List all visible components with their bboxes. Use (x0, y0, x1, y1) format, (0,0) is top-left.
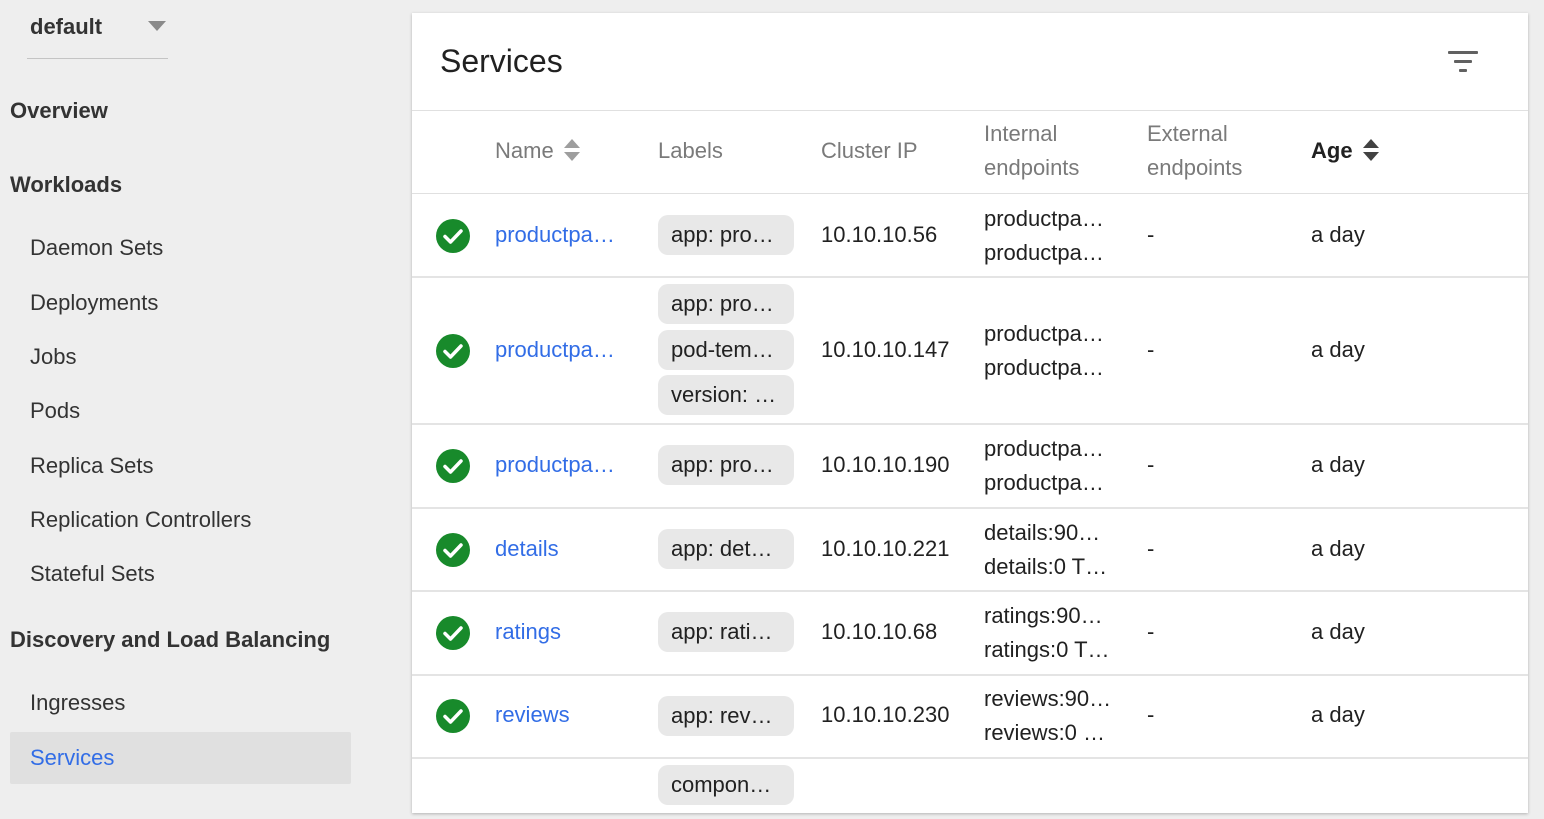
internal-endpoint: productpa… (984, 470, 1104, 495)
check-circle-icon (436, 533, 470, 567)
check-circle-icon (436, 449, 470, 483)
nav-item-replica-sets[interactable]: Replica Sets (10, 440, 351, 492)
nav-item-stateful-sets[interactable]: Stateful Sets (10, 548, 351, 600)
card-title: Services (440, 43, 563, 79)
internal-header-line2: endpoints (984, 155, 1080, 180)
nav-overview[interactable]: Overview (10, 98, 108, 124)
table-row: productpa… app: pro… 10.10.10.56 product… (412, 194, 1528, 278)
namespace-select[interactable]: default (27, 0, 168, 59)
internal-endpoint: reviews:90… (984, 686, 1112, 711)
nav-item-services[interactable]: Services (10, 732, 351, 784)
label-chip: app: pro… (658, 215, 794, 255)
label-chip: app: pro… (658, 445, 794, 485)
internal-endpoint: productpa… (984, 355, 1104, 380)
internal-endpoint: reviews:0 … (984, 720, 1106, 745)
column-header-external-endpoints: External endpoints (1147, 117, 1242, 185)
internal-endpoint: details:0 T… (984, 554, 1108, 579)
internal-header-line1: Internal (984, 121, 1058, 146)
age-value: a day (1311, 536, 1365, 561)
table-row: productpa… app: pro… 10.10.10.190 produc… (412, 425, 1528, 509)
nav-workloads[interactable]: Workloads (10, 172, 122, 198)
internal-endpoints: ratings:90… ratings:0 T… (984, 599, 1116, 667)
check-circle-icon (436, 334, 470, 368)
label-chip: app: rev… (658, 696, 794, 736)
internal-endpoints: productpa… productpa… (984, 202, 1116, 270)
nav-discovery[interactable]: Discovery and Load Balancing (10, 627, 330, 653)
external-header-line1: External (1147, 121, 1228, 146)
internal-endpoints: productpa… productpa… (984, 317, 1116, 385)
check-circle-icon (436, 699, 470, 733)
service-name-link[interactable]: reviews (495, 702, 625, 728)
label-chip: compon… (658, 765, 794, 805)
external-endpoints: - (1147, 702, 1155, 727)
internal-endpoints: productpa… productpa… (984, 432, 1116, 500)
service-name-link[interactable]: ratings (495, 619, 625, 645)
internal-endpoints: reviews:90… reviews:0 … (984, 682, 1116, 750)
column-header-cluster-ip: Cluster IP (821, 138, 918, 163)
internal-endpoint: productpa… (984, 321, 1104, 346)
external-endpoints: - (1147, 452, 1155, 477)
table-header: Name Labels Cluster IP Internal endpoint… (412, 110, 1528, 194)
nav-item-daemon-sets[interactable]: Daemon Sets (10, 222, 351, 274)
filter-list-icon[interactable] (1448, 49, 1480, 75)
column-header-labels: Labels (658, 138, 723, 163)
table-row: productpa… app: pro… pod-tem… version: …… (412, 278, 1528, 425)
table-row: ratings app: rati… 10.10.10.68 ratings:9… (412, 592, 1528, 676)
sidebar: default Overview Workloads Daemon Sets D… (0, 0, 390, 784)
check-circle-icon (436, 616, 470, 650)
internal-endpoint: ratings:0 T… (984, 637, 1110, 662)
label-chip: version: … (658, 375, 794, 415)
cluster-ip: 10.10.10.68 (821, 619, 938, 644)
external-endpoints: - (1147, 536, 1155, 561)
sort-icon[interactable] (1362, 137, 1379, 163)
age-value: a day (1311, 337, 1365, 362)
external-endpoints: - (1147, 337, 1155, 362)
check-circle-icon (436, 219, 470, 253)
service-name-link[interactable]: details (495, 536, 625, 562)
label-chip: pod-tem… (658, 330, 794, 370)
internal-endpoint: details:90… (984, 520, 1101, 545)
cluster-ip: 10.10.10.221 (821, 536, 950, 561)
nav-item-replication-controllers[interactable]: Replication Controllers (10, 494, 351, 546)
nav-item-deployments[interactable]: Deployments (10, 277, 351, 329)
table-row: reviews app: rev… 10.10.10.230 reviews:9… (412, 676, 1528, 759)
chevron-down-icon (148, 21, 166, 31)
cluster-ip: 10.10.10.56 (821, 222, 938, 247)
internal-endpoint: ratings:90… (984, 603, 1103, 628)
nav-item-jobs[interactable]: Jobs (10, 331, 351, 383)
service-name-link[interactable]: productpa… (495, 337, 625, 363)
nav-item-pods[interactable]: Pods (10, 385, 351, 437)
nav-item-ingresses[interactable]: Ingresses (10, 677, 351, 729)
column-age-label: Age (1311, 138, 1353, 163)
cluster-ip: 10.10.10.147 (821, 337, 950, 362)
table-row: compon… (412, 759, 1528, 819)
age-value: a day (1311, 702, 1365, 727)
age-value: a day (1311, 452, 1365, 477)
column-header-internal-endpoints: Internal endpoints (984, 117, 1079, 185)
label-chip: app: det… (658, 529, 794, 569)
table-row: details app: det… 10.10.10.221 details:9… (412, 509, 1528, 592)
internal-endpoint: productpa… (984, 240, 1104, 265)
cluster-ip: 10.10.10.190 (821, 452, 950, 477)
service-name-link[interactable]: productpa… (495, 222, 625, 248)
namespace-value: default (30, 14, 103, 39)
cluster-ip: 10.10.10.230 (821, 702, 950, 727)
column-header-age[interactable]: Age (1311, 134, 1379, 168)
sort-icon[interactable] (563, 137, 580, 163)
service-name-link[interactable]: productpa… (495, 452, 625, 478)
internal-endpoint: productpa… (984, 206, 1104, 231)
internal-endpoints: details:90… details:0 T… (984, 516, 1116, 584)
external-endpoints: - (1147, 222, 1155, 247)
label-chip: app: pro… (658, 284, 794, 324)
column-name-label: Name (495, 138, 554, 163)
column-header-name[interactable]: Name (495, 134, 580, 168)
age-value: a day (1311, 619, 1365, 644)
internal-endpoint: productpa… (984, 436, 1104, 461)
label-chip: app: rati… (658, 612, 794, 652)
services-card: Services Name Labels Cluster IP Internal… (412, 13, 1528, 813)
external-endpoints: - (1147, 619, 1155, 644)
age-value: a day (1311, 222, 1365, 247)
external-header-line2: endpoints (1147, 155, 1243, 180)
